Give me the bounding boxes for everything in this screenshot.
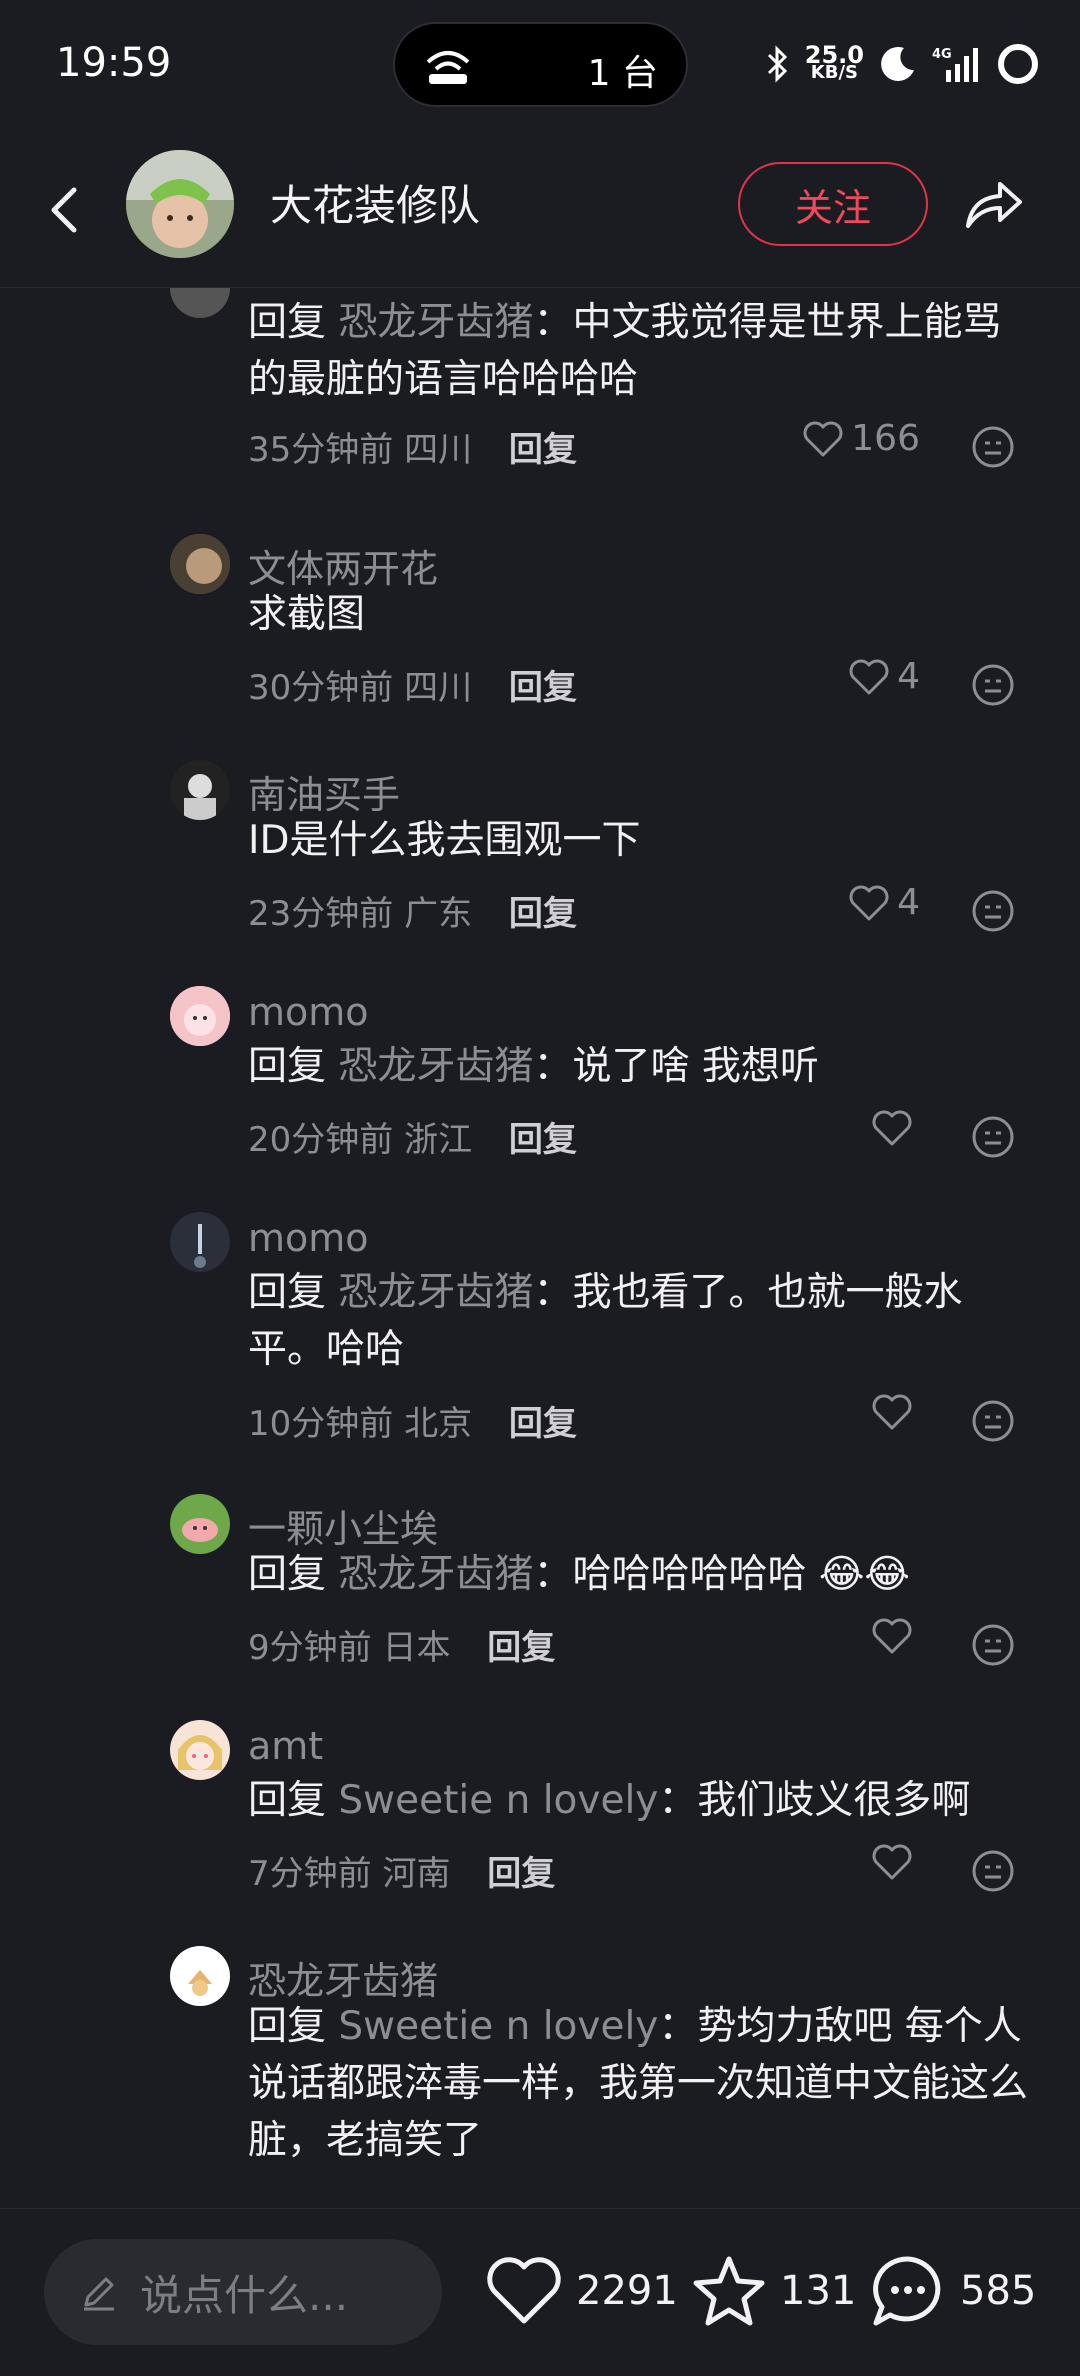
comment-total: 585 <box>960 2268 1037 2314</box>
reply-button[interactable]: 回复 <box>509 668 577 708</box>
bluetooth-icon <box>767 45 787 83</box>
reply-button[interactable]: 回复 <box>509 1120 577 1160</box>
heart-icon <box>872 1110 912 1146</box>
heart-icon <box>872 1844 912 1880</box>
emoji-icon[interactable] <box>970 1398 1016 1444</box>
comment-meta: 30分钟前 四川 回复 <box>248 668 577 708</box>
bottom-bar: 说点什么... 2291 131 585 <box>0 2208 1080 2376</box>
like-count: 4 <box>897 656 920 697</box>
comment-text: 回复 Sweetie n lovely：势均力敌吧 每个人说话都跟淬毒一样，我第… <box>248 2004 1029 2163</box>
status-icons: 25.0 KB/S 4G <box>765 36 1040 92</box>
avatar[interactable] <box>170 288 230 318</box>
heart-icon <box>872 1394 912 1430</box>
avatar[interactable] <box>170 534 230 594</box>
emoji-icon[interactable] <box>970 1114 1016 1160</box>
comment-text: 回复 恐龙牙齿猪：我也看了。也就一般水平。哈哈 <box>248 1270 963 1372</box>
heart-icon <box>849 659 889 694</box>
like-button[interactable]: 166 <box>801 418 920 459</box>
heart-icon <box>487 2257 561 2324</box>
comment-meta: 9分钟前 日本 回复 <box>248 1628 556 1668</box>
favorite-button[interactable]: 131 <box>690 2253 856 2329</box>
comment-username[interactable]: 文体两开花 <box>248 538 438 593</box>
comment-username[interactable]: 南油买手 <box>248 764 400 819</box>
emoji-icon[interactable] <box>970 888 1016 934</box>
avatar[interactable] <box>170 1946 230 2006</box>
follow-button[interactable]: 关注 <box>738 162 928 246</box>
reply-button[interactable]: 回复 <box>487 1854 555 1894</box>
comment-input-placeholder: 说点什么... <box>140 2270 349 2320</box>
moon-icon <box>881 46 914 81</box>
avatar[interactable] <box>170 760 230 820</box>
heart-icon <box>849 885 889 920</box>
favorite-total: 131 <box>780 2268 857 2314</box>
signal-icon: 4G <box>932 47 978 82</box>
status-time: 19:59 <box>56 40 172 86</box>
svg-text:4G: 4G <box>932 47 952 62</box>
comment-username[interactable]: 恐龙牙齿猪 <box>248 1950 438 2005</box>
emoji-icon[interactable] <box>970 1622 1016 1668</box>
header: 大花装修队 关注 <box>0 130 1080 288</box>
dynamic-island[interactable]: 1 台 <box>393 22 688 107</box>
author-name[interactable]: 大花装修队 <box>270 172 480 233</box>
comment-text: 回复 恐龙牙齿猪：哈哈哈哈哈哈 😂😂 <box>248 1552 910 1597</box>
reply-button[interactable]: 回复 <box>509 430 577 470</box>
pencil-icon <box>84 2277 114 2311</box>
reply-button[interactable]: 回复 <box>509 1404 577 1444</box>
reply-button[interactable]: 回复 <box>487 1628 555 1668</box>
like-button[interactable] <box>870 1108 920 1148</box>
like-post-button[interactable]: 2291 <box>484 2253 678 2329</box>
like-button[interactable]: 4 <box>847 656 920 697</box>
emoji-icon[interactable] <box>970 424 1016 470</box>
avatar[interactable] <box>126 150 234 258</box>
heart-icon <box>803 421 843 456</box>
emoji-icon[interactable] <box>970 1848 1016 1894</box>
comment-meta: 23分钟前 广东 回复 <box>248 894 577 934</box>
comment-meta: 7分钟前 河南 回复 <box>248 1854 556 1894</box>
avatar[interactable] <box>170 1212 230 1272</box>
star-icon <box>693 2256 765 2326</box>
comment-text: ID是什么我去围观一下 <box>248 818 641 863</box>
like-count: 4 <box>897 882 920 923</box>
comment-meta: 10分钟前 北京 回复 <box>248 1404 577 1444</box>
like-button[interactable] <box>870 1392 920 1432</box>
back-icon[interactable] <box>40 170 90 250</box>
like-count: 166 <box>851 418 920 459</box>
comment-input[interactable]: 说点什么... <box>44 2239 442 2345</box>
comment-text: 求截图 <box>248 592 366 637</box>
like-button[interactable]: 4 <box>847 882 920 923</box>
reply-button[interactable]: 回复 <box>509 894 577 934</box>
comment-text: 回复 Sweetie n lovely：我们歧义很多啊 <box>248 1778 971 1823</box>
like-button[interactable] <box>870 1616 920 1656</box>
comment-username[interactable]: 一颗小尘埃 <box>248 1498 438 1553</box>
island-text: 1 台 <box>587 53 658 94</box>
comment-username[interactable]: momo <box>248 990 369 1034</box>
like-button[interactable] <box>870 1842 920 1882</box>
battery-icon <box>998 44 1038 84</box>
comment-meta: 20分钟前 浙江 回复 <box>248 1120 577 1160</box>
comment-text: 回复 恐龙牙齿猪：说了啥 我想听 <box>248 1044 819 1089</box>
status-bar: 19:59 1 台 25.0 KB/S 4G <box>0 0 1080 130</box>
emoji-icon[interactable] <box>970 662 1016 708</box>
page: 19:59 1 台 25.0 KB/S 4G 大花装修队 关注 回复 恐龙牙齿猪… <box>0 0 1080 2376</box>
share-icon[interactable] <box>958 168 1028 238</box>
comment-text: 回复 恐龙牙齿猪：中文我觉得是世界上能骂的最脏的语言哈哈哈哈 <box>248 300 1002 402</box>
avatar[interactable] <box>170 986 230 1046</box>
comment-count-button[interactable]: 585 <box>868 2253 1036 2329</box>
comment-icon <box>873 2256 941 2326</box>
hotspot-icon <box>426 51 470 84</box>
like-total: 2291 <box>576 2268 678 2314</box>
comment-username[interactable]: momo <box>248 1216 369 1260</box>
avatar[interactable] <box>170 1494 230 1554</box>
network-speed: 25.0 KB/S <box>804 41 864 83</box>
comment-meta: 35分钟前 四川 回复 <box>248 430 577 470</box>
heart-icon <box>872 1618 912 1654</box>
comment-list[interactable]: 回复 恐龙牙齿猪：中文我觉得是世界上能骂的最脏的语言哈哈哈哈 35分钟前 四川 … <box>0 288 1080 2208</box>
comment-username[interactable]: amt <box>248 1724 323 1768</box>
avatar[interactable] <box>170 1720 230 1780</box>
